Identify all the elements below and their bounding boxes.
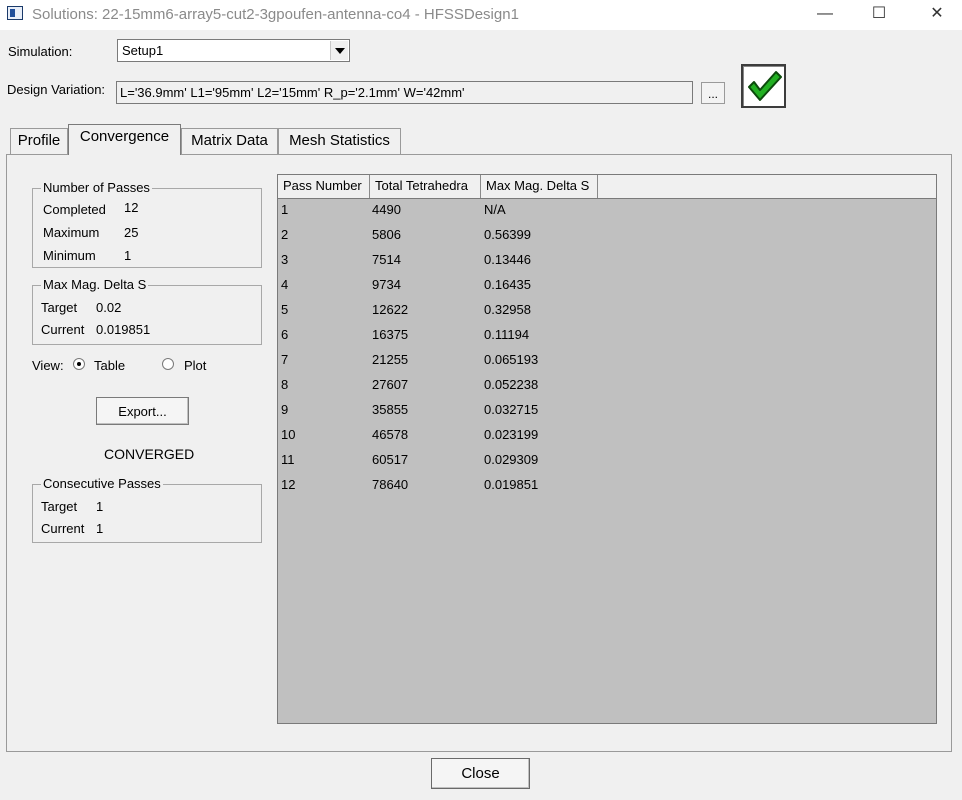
delta-current-value: 0.019851 (96, 322, 151, 337)
view-table-radio[interactable] (73, 358, 85, 370)
close-button[interactable]: Close (431, 758, 530, 789)
table-row[interactable]: 5 12622 0.32958 (278, 302, 936, 327)
tetrahedra-cell: 4490 (372, 202, 401, 217)
tetrahedra-cell: 60517 (372, 452, 409, 467)
delta-s-cell: 0.56399 (484, 227, 531, 242)
delta-group-title: Max Mag. Delta S (41, 277, 149, 292)
convergence-table[interactable]: Pass Number Total Tetrahedra Max Mag. De… (277, 174, 937, 724)
tetrahedra-cell: 9734 (372, 277, 401, 292)
delta-s-cell: 0.019851 (484, 477, 539, 492)
pass-number-cell: 5 (281, 302, 289, 317)
export-button[interactable]: Export... (96, 397, 189, 425)
pass-number-cell: 6 (281, 327, 289, 342)
pass-number-cell: 1 (281, 202, 289, 217)
table-row[interactable]: 1 4490 N/A (278, 202, 936, 227)
pass-number-cell: 4 (281, 277, 289, 292)
delta-s-cell: 0.065193 (484, 352, 539, 367)
delta-s-cell: 0.052238 (484, 377, 539, 392)
delta-s-cell: 0.16435 (484, 277, 531, 292)
table-row[interactable]: 2 5806 0.56399 (278, 227, 936, 252)
delta-s-cell: 0.029309 (484, 452, 539, 467)
table-row[interactable]: 7 21255 0.065193 (278, 352, 936, 377)
convergence-status: CONVERGED (104, 446, 195, 462)
pass-number-cell: 10 (281, 427, 296, 442)
delta-s-cell: N/A (484, 202, 506, 217)
tetrahedra-cell: 27607 (372, 377, 409, 392)
table-row[interactable]: 4 9734 0.16435 (278, 277, 936, 302)
maximum-label: Maximum (43, 225, 100, 240)
view-plot-radio[interactable] (162, 358, 174, 370)
tetrahedra-cell: 16375 (372, 327, 409, 342)
delta-s-cell: 0.023199 (484, 427, 539, 442)
tab-mesh-statistics[interactable]: Mesh Statistics (278, 128, 401, 154)
table-row[interactable]: 8 27607 0.052238 (278, 377, 936, 402)
delta-s-cell: 0.032715 (484, 402, 539, 417)
table-row[interactable]: 3 7514 0.13446 (278, 252, 936, 277)
tetrahedra-cell: 7514 (372, 252, 401, 267)
table-row[interactable]: 10 46578 0.023199 (278, 427, 936, 452)
table-row[interactable]: 12 78640 0.019851 (278, 477, 936, 502)
pass-number-cell: 12 (281, 477, 296, 492)
status-check-button[interactable] (741, 64, 786, 108)
column-header-total-tetrahedra[interactable]: Total Tetrahedra (370, 175, 481, 198)
chevron-down-icon[interactable] (330, 41, 348, 60)
view-plot-label[interactable]: Plot (184, 358, 206, 373)
table-row[interactable]: 9 35855 0.032715 (278, 402, 936, 427)
column-header-pass-number[interactable]: Pass Number (278, 175, 370, 198)
delta-s-cell: 0.13446 (484, 252, 531, 267)
table-header: Pass Number Total Tetrahedra Max Mag. De… (278, 175, 936, 199)
minimize-button[interactable]: — (802, 0, 848, 30)
consecutive-target-label: Target (41, 499, 78, 514)
delta-s-cell: 0.32958 (484, 302, 531, 317)
simulation-label: Simulation: (8, 44, 73, 59)
pass-number-cell: 11 (281, 452, 295, 467)
pass-number-cell: 8 (281, 377, 289, 392)
delta-target-value: 0.02 (96, 300, 122, 315)
tetrahedra-cell: 21255 (372, 352, 409, 367)
check-icon (748, 71, 782, 101)
delta-target-label: Target (41, 300, 78, 315)
simulation-select[interactable]: Setup1 (117, 39, 350, 62)
design-variation-field: L='36.9mm' L1='95mm' L2='15mm' R_p='2.1m… (116, 81, 693, 104)
completed-label: Completed (43, 202, 106, 217)
close-window-button[interactable]: ✕ (914, 0, 960, 30)
pass-number-cell: 3 (281, 252, 289, 267)
app-icon (7, 6, 23, 20)
maximum-value: 25 (124, 225, 139, 240)
tetrahedra-cell: 46578 (372, 427, 409, 442)
view-table-label[interactable]: Table (94, 358, 125, 373)
minimum-label: Minimum (43, 248, 96, 263)
tab-convergence[interactable]: Convergence (68, 124, 181, 155)
table-row[interactable]: 6 16375 0.11194 (278, 327, 936, 352)
pass-number-cell: 2 (281, 227, 289, 242)
pass-number-cell: 7 (281, 352, 289, 367)
consecutive-target-value: 1 (96, 499, 104, 514)
design-variation-label: Design Variation: (7, 82, 106, 97)
tetrahedra-cell: 12622 (372, 302, 409, 317)
view-label: View: (32, 358, 64, 373)
simulation-value: Setup1 (122, 43, 164, 58)
tab-profile[interactable]: Profile (10, 128, 68, 154)
tetrahedra-cell: 5806 (372, 227, 401, 242)
delta-s-cell: 0.11194 (484, 327, 530, 342)
delta-current-label: Current (41, 322, 85, 337)
consecutive-current-label: Current (41, 521, 85, 536)
minimum-value: 1 (124, 248, 132, 263)
maximize-button[interactable]: ☐ (856, 0, 902, 30)
consecutive-current-value: 1 (96, 521, 104, 536)
tetrahedra-cell: 78640 (372, 477, 409, 492)
browse-variation-button[interactable]: ... (701, 82, 725, 104)
pass-number-cell: 9 (281, 402, 289, 417)
consecutive-group-title: Consecutive Passes (41, 476, 163, 491)
tetrahedra-cell: 35855 (372, 402, 409, 417)
design-variation-value: L='36.9mm' L1='95mm' L2='15mm' R_p='2.1m… (120, 85, 465, 100)
window-title: Solutions: 22-15mm6-array5-cut2-3gpoufen… (32, 6, 519, 23)
table-row[interactable]: 11 60517 0.029309 (278, 452, 936, 477)
completed-value: 12 (124, 200, 139, 215)
passes-group-title: Number of Passes (41, 180, 152, 195)
tab-matrix-data[interactable]: Matrix Data (181, 128, 278, 154)
column-header-max-mag-delta-s[interactable]: Max Mag. Delta S (481, 175, 598, 198)
